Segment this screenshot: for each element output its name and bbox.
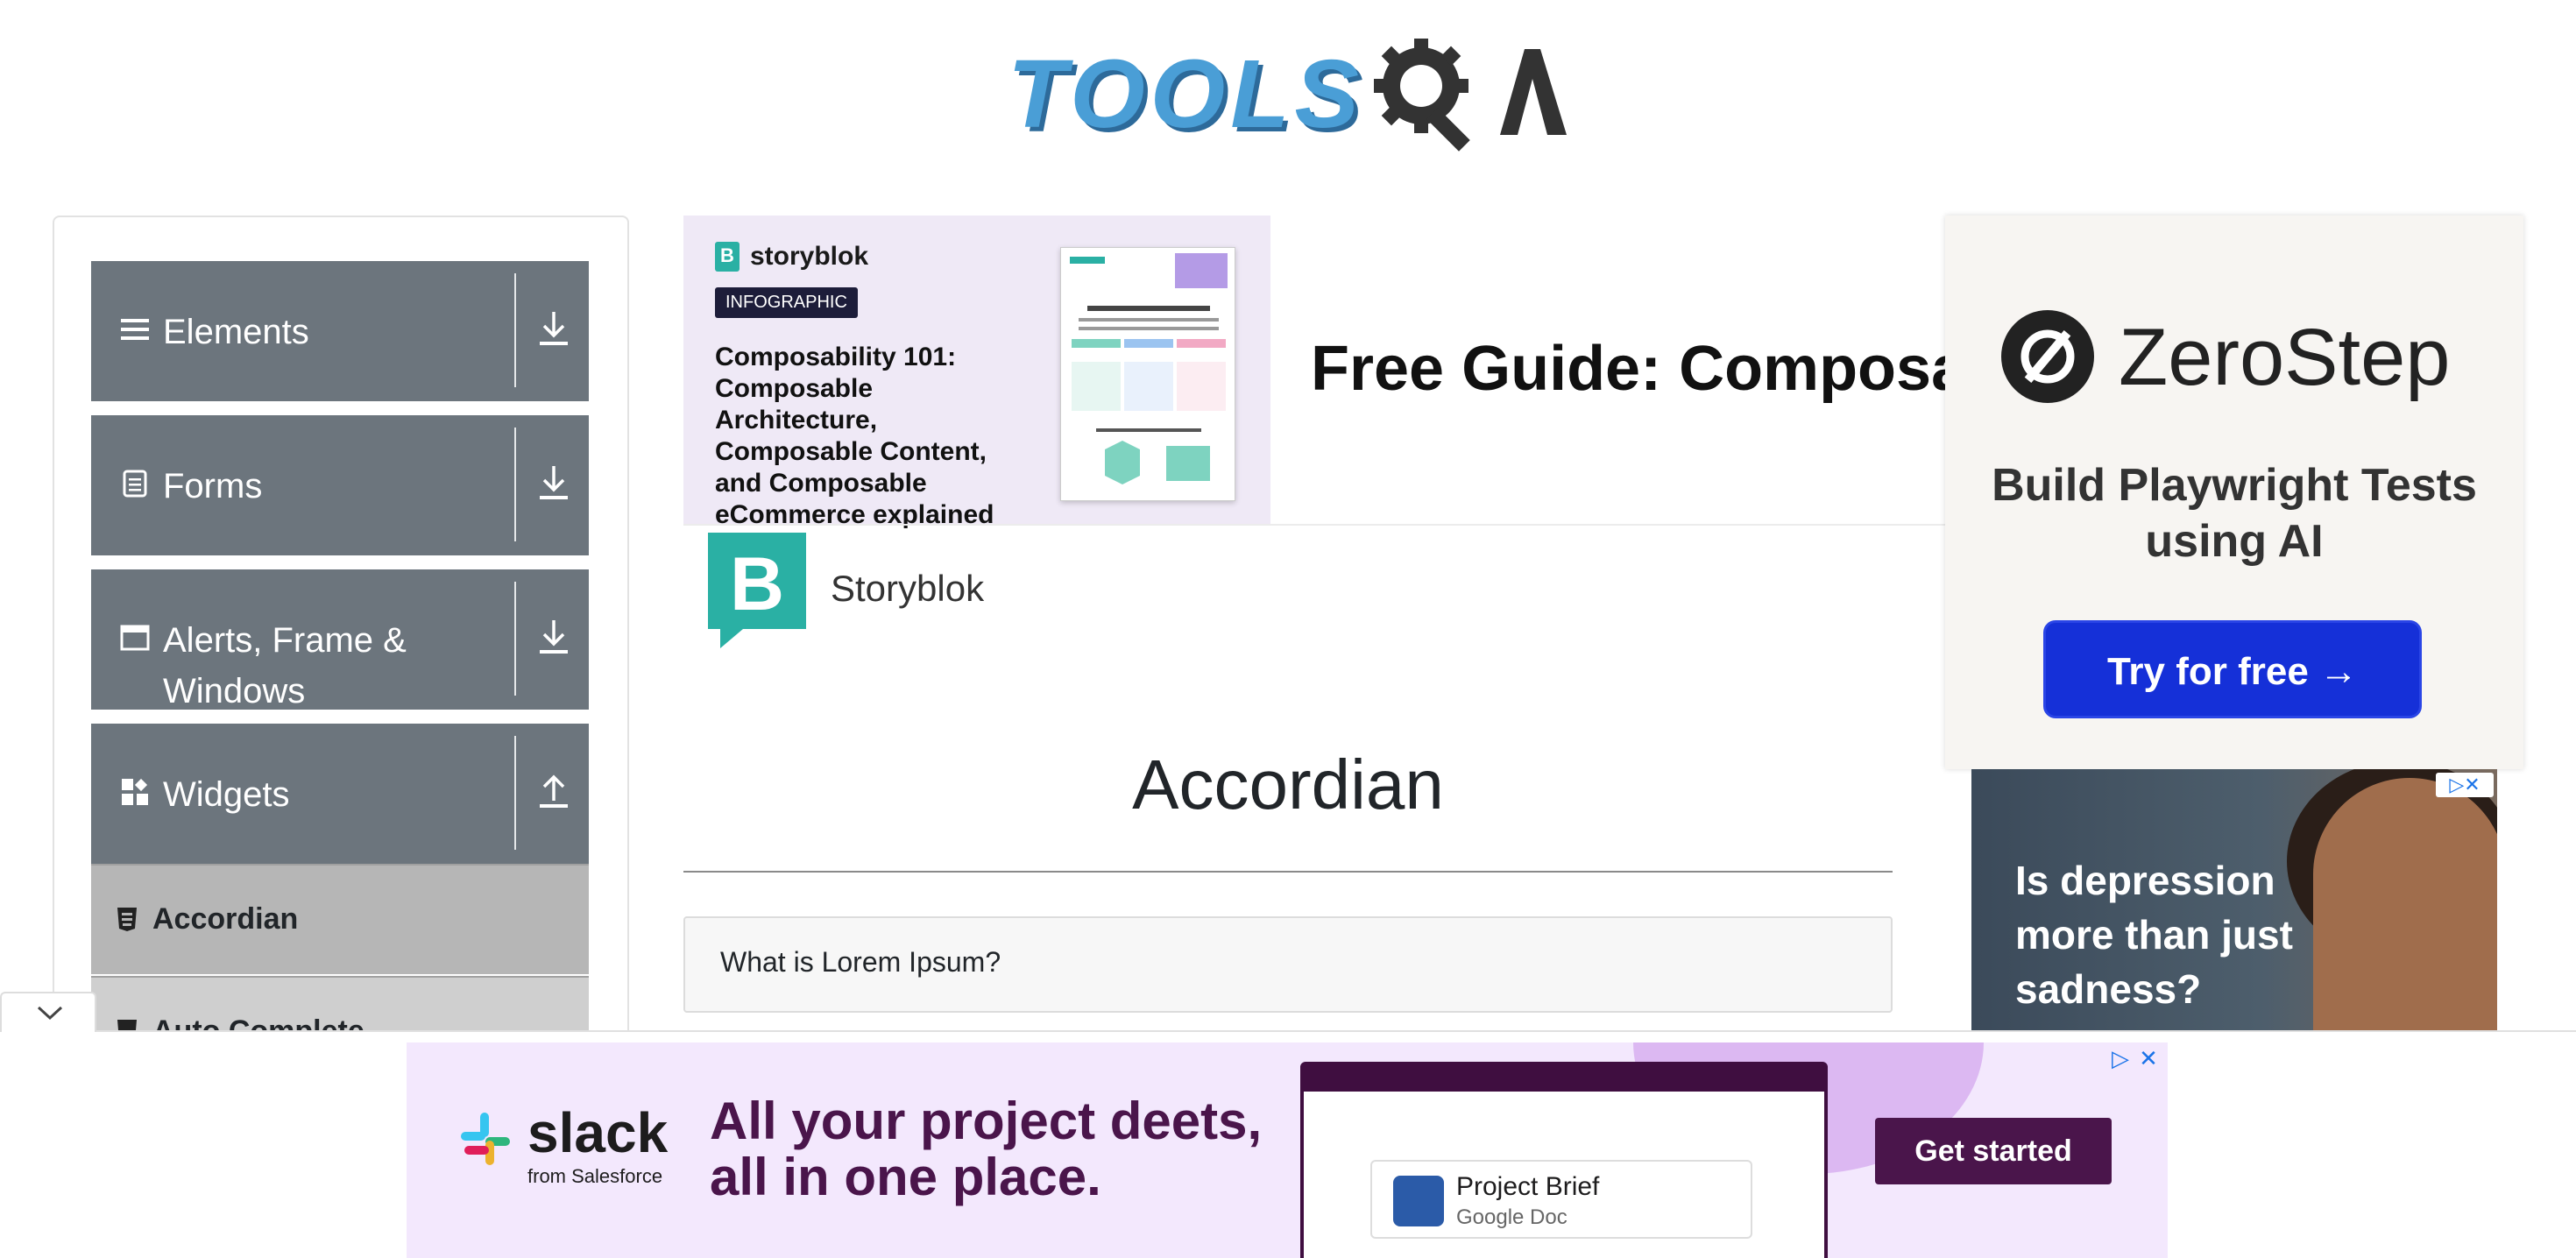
storyblok-ad[interactable]: B storyblok INFOGRAPHIC Composability 10… [683,216,1270,529]
ad-brand: ZeroStep [2119,313,2451,402]
page-title: Accordian [1132,746,1444,823]
accordion-heading[interactable]: What is Lorem Ipsum? [720,946,1001,979]
ad-text: Is depression more than just sadness? [2015,858,2293,1012]
divider [683,871,1893,873]
document-icon [119,468,151,499]
divider [514,736,516,850]
adchoices-icon[interactable]: ▷ [2108,1046,2133,1071]
hamburger-icon [119,314,151,345]
download-icon[interactable] [536,461,571,505]
upload-icon[interactable] [536,769,571,813]
sidebar-item-label: Accordian [152,902,299,936]
ad-tag: INFOGRAPHIC [715,287,858,318]
ad-guide-title[interactable]: Free Guide: Composab [1311,333,1950,405]
health-ad[interactable]: Is depression more than just sadness? ▷✕ [1971,769,2497,1032]
divider [514,582,516,696]
sidebar: Elements Forms Alerts, Frame & Windows W… [53,216,629,1092]
document-card: Project Brief Google Doc [1370,1160,1752,1239]
chevron-down-icon [37,1006,63,1021]
sidebar-group-widgets[interactable]: Widgets [91,724,589,864]
logo-text: TOOLS [1008,40,1364,148]
divider [514,273,516,387]
ad-tagline: Build Playwright Tests using AI [1992,460,2477,567]
sidebar-group-label: Forms [163,467,263,505]
zerostep-logo-icon [2001,310,2094,403]
zerostep-ad[interactable]: ZeroStep Build Playwright Tests using AI… [1945,216,2523,769]
storyblok-logo[interactable]: B [708,533,806,648]
app-window-mockup: Project Brief Google Doc [1300,1062,1828,1258]
google-doc-icon [1393,1176,1444,1226]
sidebar-group-alerts-frame-windows[interactable]: Alerts, Frame & Windows [91,569,589,710]
adchoices-close-icon[interactable]: ▷✕ [2436,773,2494,797]
ad-brand-sub: from Salesforce [527,1165,663,1187]
ad-headline: All your project deets, all in one place… [710,1092,1263,1206]
sidebar-item-accordian[interactable]: Accordian [91,864,589,974]
sidebar-group-label: Widgets [163,775,290,814]
window-titlebar [1304,1065,1824,1092]
window-icon [119,622,151,654]
ad-brand: storyblok [750,242,869,271]
toolsqa-logo[interactable]: TOOLS [1008,26,1577,158]
doc-title: Project Brief [1456,1172,1600,1201]
download-icon[interactable] [536,307,571,350]
ad-sponsor[interactable]: Storyblok [831,568,984,610]
ad-brand: slack [527,1101,669,1164]
close-icon[interactable]: ✕ [2136,1046,2161,1071]
ad-headline: Composability 101: Composable Architectu… [715,343,994,529]
slack-ad[interactable]: slack from Salesforce All your project d… [407,1042,2168,1258]
sidebar-group-label: Alerts, Frame & Windows [163,621,407,710]
sidebar-group-forms[interactable]: Forms [91,415,589,555]
storyblok-icon: B [715,242,740,272]
divider [683,524,1945,526]
divider [514,428,516,541]
doc-subtitle: Google Doc [1456,1205,1568,1229]
get-started-button[interactable]: Get started [1875,1118,2112,1184]
svg-text:B: B [730,542,784,626]
download-icon[interactable] [536,615,571,659]
gear-magnifier-icon [1374,39,1567,152]
sidebar-group-label: Elements [163,313,309,351]
try-for-free-button[interactable]: Try for free → [2043,620,2422,718]
collapse-ad-toggle[interactable] [0,992,96,1032]
infographic-thumbnail [1060,247,1235,501]
html5-icon [116,906,138,939]
slack-logo-icon [461,1113,510,1165]
sidebar-group-elements[interactable]: Elements [91,261,589,401]
person-face [2313,778,2497,1032]
accordion-section-1[interactable]: What is Lorem Ipsum? [683,916,1893,1013]
widgets-icon [119,776,151,808]
